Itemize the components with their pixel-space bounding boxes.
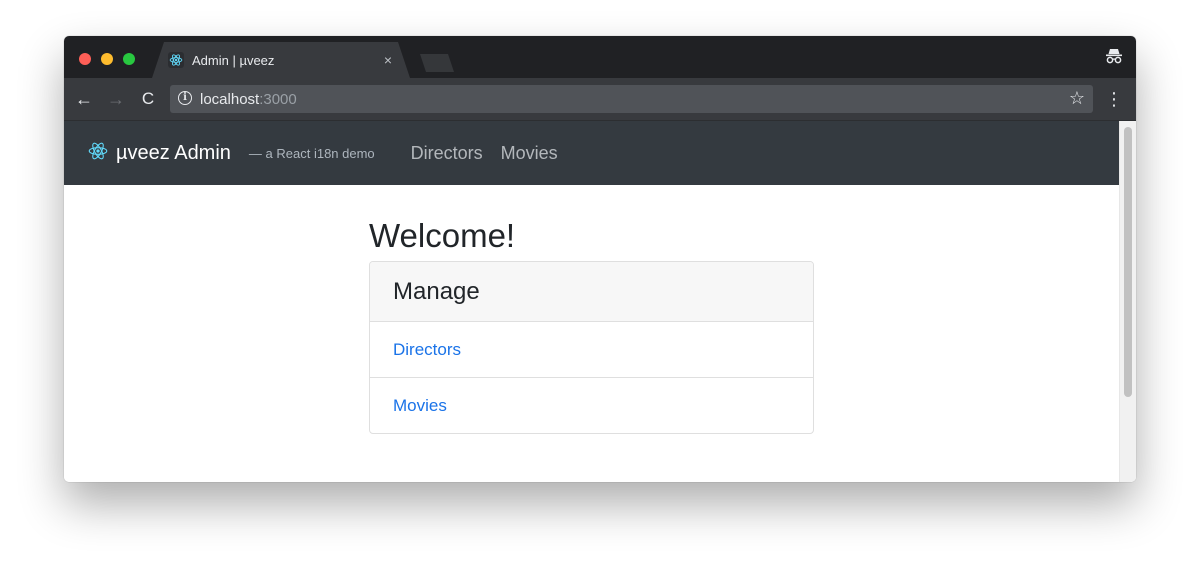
reload-icon[interactable]: C — [138, 89, 158, 109]
url-host: localhost — [200, 91, 260, 108]
arrow-left-icon[interactable]: ← — [74, 89, 94, 109]
card-link-movies[interactable]: Movies — [370, 377, 813, 433]
page-scrollbar[interactable] — [1119, 121, 1136, 482]
page-title: Welcome! — [369, 217, 516, 254]
tab-close-icon[interactable]: × — [380, 52, 396, 68]
main-content: Welcome! Manage Directors Movies — [369, 216, 814, 434]
nav-link-movies[interactable]: Movies — [501, 143, 558, 164]
brand-title: µveez Admin — [116, 141, 231, 164]
page-viewport: µveez Admin — a React i18n demo Director… — [64, 121, 1136, 482]
kebab-menu-icon[interactable]: ⋮ — [1104, 89, 1124, 109]
new-tab-button[interactable] — [420, 54, 454, 72]
card-link-directors[interactable]: Directors — [370, 322, 813, 377]
tab-title: Admin | µveez — [192, 52, 275, 68]
react-atom-icon — [88, 141, 108, 166]
close-window-button[interactable] — [79, 53, 91, 65]
star-icon[interactable]: ☆ — [1069, 88, 1085, 109]
maximize-window-button[interactable] — [123, 53, 135, 65]
brand-tagline: — a React i18n demo — [248, 145, 375, 161]
manage-card: Manage Directors Movies — [369, 261, 814, 434]
browser-titlebar: Admin | µveez × — [64, 36, 1136, 78]
address-bar[interactable]: i localhost:3000 ☆ — [170, 85, 1093, 113]
arrow-right-icon[interactable]: → — [106, 89, 126, 109]
browser-window: Admin | µveez × ← → C i localhost:3000 ☆… — [64, 36, 1136, 482]
browser-tab[interactable]: Admin | µveez × — [160, 42, 404, 78]
brand-link[interactable]: µveez Admin — [88, 141, 231, 166]
react-atom-icon — [168, 52, 184, 68]
scrollbar-thumb[interactable] — [1124, 127, 1132, 397]
app-navbar: µveez Admin — a React i18n demo Director… — [64, 121, 1119, 185]
card-header: Manage — [370, 262, 813, 322]
info-icon[interactable]: i — [178, 91, 192, 105]
minimize-window-button[interactable] — [101, 53, 113, 65]
url-port: :3000 — [259, 91, 297, 108]
browser-toolbar: ← → C i localhost:3000 ☆ ⋮ — [64, 78, 1136, 121]
nav-link-directors[interactable]: Directors — [411, 143, 483, 164]
incognito-icon — [1104, 46, 1124, 66]
address-url[interactable]: localhost:3000 — [200, 91, 297, 108]
